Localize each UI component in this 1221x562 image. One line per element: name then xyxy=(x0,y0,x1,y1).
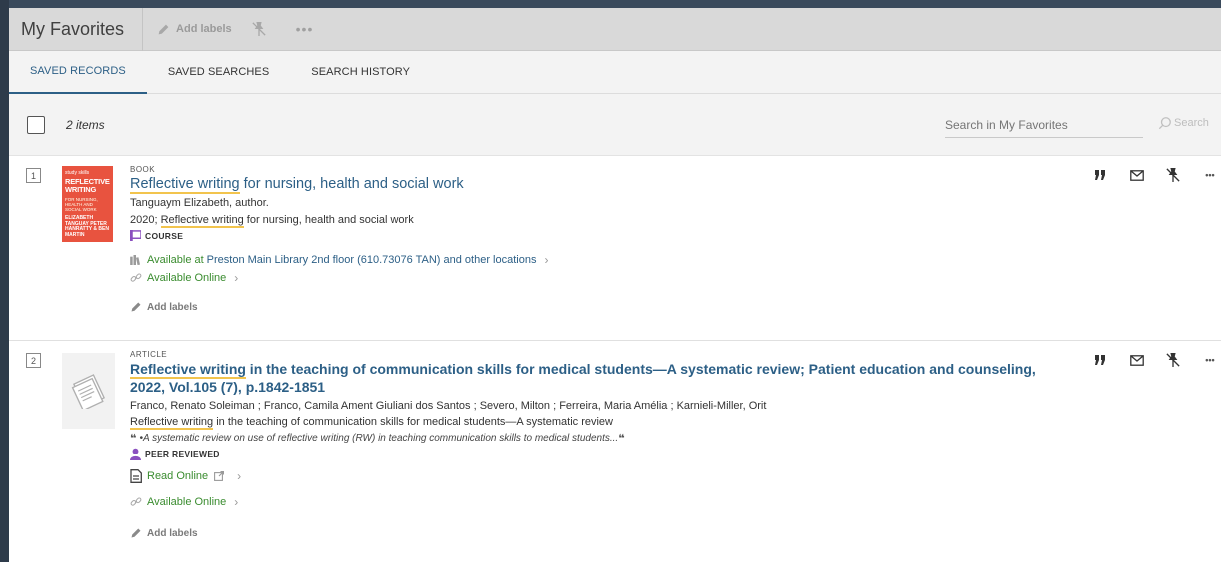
books-icon xyxy=(130,255,140,265)
items-count: 2 items xyxy=(66,117,105,132)
peer-reviewed-badge: PEER REVIEWED xyxy=(130,448,1071,460)
link-icon xyxy=(130,497,142,506)
record-publication: 2020; Reflective writing for nursing, he… xyxy=(130,214,414,228)
list-item: 2 ARTICLE Reflective writing in the teac… xyxy=(9,341,1221,562)
course-icon xyxy=(130,230,141,241)
quote-icon: ❝ xyxy=(618,433,625,445)
record-actions: ••• xyxy=(1091,351,1221,369)
window-edge xyxy=(0,0,9,562)
citation-icon[interactable] xyxy=(1091,166,1109,184)
search-input[interactable] xyxy=(945,114,1143,136)
quote-icon: ❝ xyxy=(130,433,140,445)
unpin-icon[interactable] xyxy=(1164,351,1182,369)
record-subtitle: Reflective writing in the teaching of co… xyxy=(130,416,613,430)
favorites-search xyxy=(945,114,1143,138)
record-snippet: ❝ •A systematic review on use of reflect… xyxy=(130,433,625,445)
more-options-icon[interactable]: ••• xyxy=(296,21,314,37)
record-number: 1 xyxy=(26,168,41,183)
record-content: BOOK Reflective writing for nursing, hea… xyxy=(130,165,1071,313)
unpin-icon[interactable] xyxy=(1164,166,1182,184)
favorites-header: My Favorites Add labels ••• xyxy=(9,8,1221,51)
available-online-link[interactable]: Available Online › xyxy=(130,495,1071,509)
availability-status[interactable]: Available at Preston Main Library 2nd fl… xyxy=(130,253,1071,267)
article-thumbnail[interactable] xyxy=(62,353,115,429)
search-button-label: Search xyxy=(1174,117,1209,129)
page-title: My Favorites xyxy=(9,8,144,51)
record-author: Tanguaym Elizabeth, author. xyxy=(130,197,269,209)
more-actions-icon[interactable]: ••• xyxy=(1201,351,1219,369)
favorites-tabs: SAVED RECORDS SAVED SEARCHES SEARCH HIST… xyxy=(9,51,1221,94)
record-authors: Franco, Renato Soleiman ; Franco, Camila… xyxy=(130,400,767,412)
chevron-right-icon: › xyxy=(234,495,239,509)
more-actions-icon[interactable]: ••• xyxy=(1201,166,1219,184)
record-add-labels-button[interactable]: Add labels xyxy=(130,301,1071,313)
pencil-icon xyxy=(131,528,141,538)
pencil-icon xyxy=(158,24,169,34)
citation-icon[interactable] xyxy=(1091,351,1109,369)
search-button[interactable]: Search xyxy=(1158,116,1209,130)
record-title[interactable]: Reflective writing for nursing, health a… xyxy=(130,175,1071,194)
tab-saved-searches[interactable]: SAVED SEARCHES xyxy=(147,51,290,94)
pencil-icon xyxy=(131,302,141,312)
external-link-icon xyxy=(214,471,225,481)
book-cover[interactable]: study skills REFLECTIVE WRITING FOR NURS… xyxy=(62,166,113,242)
email-icon[interactable] xyxy=(1128,351,1146,369)
record-type: ARTICLE xyxy=(130,350,168,359)
unpin-all-button[interactable] xyxy=(252,21,272,37)
course-badge: COURSE xyxy=(130,230,1071,241)
record-content: ARTICLE Reflective writing in the teachi… xyxy=(130,350,1071,539)
chevron-right-icon: › xyxy=(237,469,242,483)
peer-reviewed-icon xyxy=(130,448,141,460)
record-number: 2 xyxy=(26,353,41,368)
email-icon[interactable] xyxy=(1128,166,1146,184)
search-icon xyxy=(1158,117,1171,130)
link-icon xyxy=(130,273,142,282)
document-icon xyxy=(130,469,142,483)
available-online-link[interactable]: Available Online › xyxy=(130,271,1071,285)
read-online-link[interactable]: Read Online › xyxy=(130,469,1071,483)
tab-saved-records[interactable]: SAVED RECORDS xyxy=(9,51,147,94)
favorites-panel: My Favorites Add labels ••• SAVED RECORD… xyxy=(9,8,1221,562)
unpin-icon xyxy=(252,22,266,36)
record-title[interactable]: Reflective writing in the teaching of co… xyxy=(130,360,1071,396)
record-type: BOOK xyxy=(130,165,156,174)
list-item: 1 study skills REFLECTIVE WRITING FOR NU… xyxy=(9,156,1221,341)
chevron-right-icon: › xyxy=(234,271,239,285)
add-labels-button[interactable]: Add labels xyxy=(157,23,232,36)
record-add-labels-button[interactable]: Add labels xyxy=(130,527,1071,539)
select-all-checkbox[interactable] xyxy=(27,115,45,134)
tab-search-history[interactable]: SEARCH HISTORY xyxy=(290,51,431,94)
record-actions: ••• xyxy=(1091,166,1221,184)
document-icon xyxy=(71,374,105,409)
chevron-right-icon: › xyxy=(544,253,549,267)
add-labels-label: Add labels xyxy=(176,23,232,35)
records-toolbar: 2 items Search xyxy=(9,94,1221,156)
